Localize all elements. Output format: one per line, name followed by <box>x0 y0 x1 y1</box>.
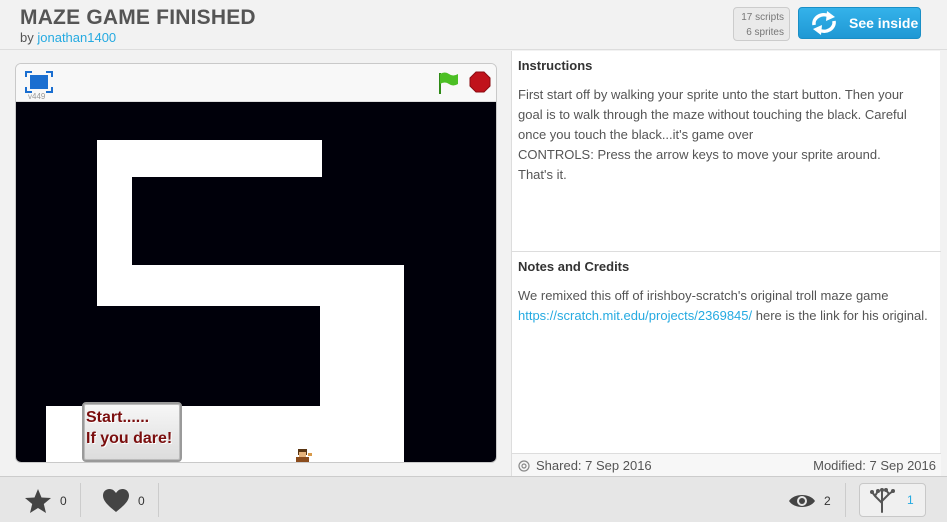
instructions-text: First start off by walking your sprite u… <box>518 85 928 185</box>
remix-count: 1 <box>907 493 914 507</box>
player-toolbar: v449 <box>16 64 496 102</box>
green-flag-icon[interactable] <box>437 71 459 95</box>
notes-heading: Notes and Credits <box>518 259 630 274</box>
modified-date: Modified: 7 Sep 2016 <box>813 458 936 473</box>
byline: by jonathan1400 <box>20 30 116 45</box>
instructions-line3: That's it. <box>518 167 567 182</box>
instructions-heading: Instructions <box>518 58 593 73</box>
favorite-button[interactable]: 0 <box>24 485 67 517</box>
game-stage[interactable]: Start...... If you dare! <box>16 102 496 462</box>
section-divider <box>512 251 941 252</box>
start-sign-line2: If you dare! <box>86 430 173 447</box>
remix-tree-icon <box>870 488 895 513</box>
start-button-sprite[interactable]: Start...... If you dare! <box>82 402 182 462</box>
author-link[interactable]: jonathan1400 <box>37 30 116 45</box>
instructions-line1: First start off by walking your sprite u… <box>518 87 907 142</box>
views-count: 2 <box>824 494 831 508</box>
love-button[interactable]: 0 <box>102 485 145 517</box>
version-label: v449 <box>28 92 46 101</box>
see-inside-label: See inside <box>849 15 919 31</box>
see-inside-button[interactable]: See inside <box>798 7 921 39</box>
sprites-count: 6 sprites <box>746 27 784 38</box>
star-icon <box>25 489 51 513</box>
project-header: MAZE GAME FINISHED by jonathan1400 17 sc… <box>0 0 947 50</box>
start-sign-line1: Start...... <box>86 409 150 426</box>
project-title: MAZE GAME FINISHED <box>20 6 256 29</box>
notes-text-before: We remixed this off of irishboy-scratch'… <box>518 288 889 303</box>
project-footer: 0 0 2 1 <box>0 476 947 522</box>
eye-icon <box>789 495 815 507</box>
project-stats: 17 scripts 6 sprites <box>733 7 790 41</box>
player-sprite-icon <box>296 449 312 462</box>
footer-divider <box>80 483 81 517</box>
project-dates: Shared: 7 Sep 2016 Modified: 7 Sep 2016 <box>512 453 941 476</box>
scripts-count: 17 scripts <box>741 12 784 23</box>
original-project-link[interactable]: https://scratch.mit.edu/projects/2369845… <box>518 308 752 323</box>
project-player: v449 Start...... If you dare! <box>15 63 497 463</box>
love-count: 0 <box>138 494 145 508</box>
favorite-count: 0 <box>60 494 67 508</box>
remix-arrows-icon <box>812 11 836 35</box>
views-indicator: 2 <box>788 485 831 517</box>
project-info-panel: Instructions First start off by walking … <box>511 51 941 476</box>
footer-divider <box>845 483 846 517</box>
fullscreen-icon[interactable] <box>25 71 53 93</box>
notes-text: We remixed this off of irishboy-scratch'… <box>518 286 928 326</box>
stop-icon[interactable] <box>469 71 491 93</box>
remix-tree-button[interactable]: 1 <box>859 483 926 517</box>
shared-date-text: Shared: 7 Sep 2016 <box>536 458 652 473</box>
footer-divider <box>158 483 159 517</box>
heart-icon <box>103 489 129 512</box>
instructions-line2: CONTROLS: Press the arrow keys to move y… <box>518 147 881 162</box>
share-icon <box>518 459 530 472</box>
by-label: by <box>20 30 34 45</box>
shared-date: Shared: 7 Sep 2016 <box>518 458 652 473</box>
notes-text-after: here is the link for his original. <box>755 308 928 323</box>
